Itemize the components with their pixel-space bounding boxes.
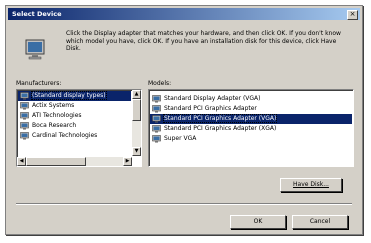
models-label: Models:	[148, 80, 172, 87]
scroll-down-button[interactable]: ▼	[132, 147, 141, 156]
manufacturer-item[interactable]: (Standard display types)	[18, 91, 131, 101]
display-adapter-icon	[20, 92, 29, 100]
display-adapter-icon	[20, 122, 29, 130]
have-disk-button[interactable]: Have Disk...	[280, 178, 342, 192]
list-item-label: ATI Technologies	[32, 112, 82, 119]
scroll-right-button[interactable]: ▶	[123, 157, 132, 166]
manufacturer-item[interactable]: ATI Technologies	[18, 111, 131, 121]
cancel-button[interactable]: Cancel	[292, 215, 348, 229]
models-list[interactable]: Standard Display Adapter (VGA) Standard P…	[148, 89, 354, 167]
manufacturers-vertical-scrollbar[interactable]: ▲ ▼	[132, 90, 141, 156]
list-item-label: Boca Research	[32, 122, 77, 129]
list-item-label: Standard PCI Graphics Adapter	[164, 105, 257, 112]
display-adapter-icon	[152, 115, 161, 123]
model-item[interactable]: Standard PCI Graphics Adapter (VGA)	[150, 114, 352, 124]
display-adapter-icon	[20, 102, 29, 110]
title-bar[interactable]: Select Device ×	[8, 8, 360, 20]
list-item-label: Standard PCI Graphics Adapter (XGA)	[164, 125, 277, 132]
model-item[interactable]: Standard Display Adapter (VGA)	[150, 94, 352, 104]
list-item-label: Standard Display Adapter (VGA)	[164, 95, 261, 102]
select-device-dialog: Select Device × Click the Display adapte…	[5, 5, 363, 235]
model-item[interactable]: Super VGA	[150, 134, 352, 144]
instructions-text: Click the Display adapter that matches y…	[66, 30, 341, 52]
display-adapter-icon	[152, 125, 161, 133]
display-adapter-icon	[152, 135, 161, 143]
display-adapter-icon	[20, 112, 29, 120]
list-item-label: Standard PCI Graphics Adapter (VGA)	[162, 114, 278, 123]
display-adapter-icon	[152, 95, 161, 103]
have-disk-label: Have Disk...	[293, 181, 329, 188]
window-title: Select Device	[12, 10, 62, 18]
scroll-up-button[interactable]: ▲	[132, 90, 141, 99]
divider	[16, 203, 352, 205]
manufacturers-horizontal-scrollbar[interactable]: ◀ ▶	[17, 157, 132, 166]
manufacturer-item[interactable]: Actix Systems	[18, 101, 131, 111]
manufacturers-rows: (Standard display types) Actix Systems ATI…	[18, 91, 131, 141]
model-item[interactable]: Standard PCI Graphics Adapter	[150, 104, 352, 114]
manufacturer-item[interactable]: Cardinal Technologies	[18, 131, 131, 141]
close-button[interactable]: ×	[347, 10, 358, 20]
manufacturers-label: Manufacturers:	[16, 80, 62, 87]
display-adapter-icon	[152, 105, 161, 113]
list-item-label: (Standard display types)	[31, 91, 107, 100]
display-adapter-icon	[20, 132, 29, 140]
monitor-icon	[25, 39, 45, 60]
model-item[interactable]: Standard PCI Graphics Adapter (XGA)	[150, 124, 352, 134]
manufacturer-item[interactable]: Boca Research	[18, 121, 131, 131]
scroll-thumb-horizontal[interactable]	[26, 157, 86, 166]
list-item-label: Cardinal Technologies	[32, 132, 98, 139]
scroll-thumb[interactable]	[132, 99, 141, 121]
ok-button[interactable]: OK	[230, 215, 286, 229]
models-rows: Standard Display Adapter (VGA) Standard P…	[150, 94, 352, 144]
scroll-left-button[interactable]: ◀	[17, 157, 26, 166]
list-item-label: Actix Systems	[32, 102, 75, 109]
list-item-label: Super VGA	[164, 135, 197, 142]
manufacturers-list[interactable]: (Standard display types) Actix Systems ATI…	[16, 89, 142, 167]
